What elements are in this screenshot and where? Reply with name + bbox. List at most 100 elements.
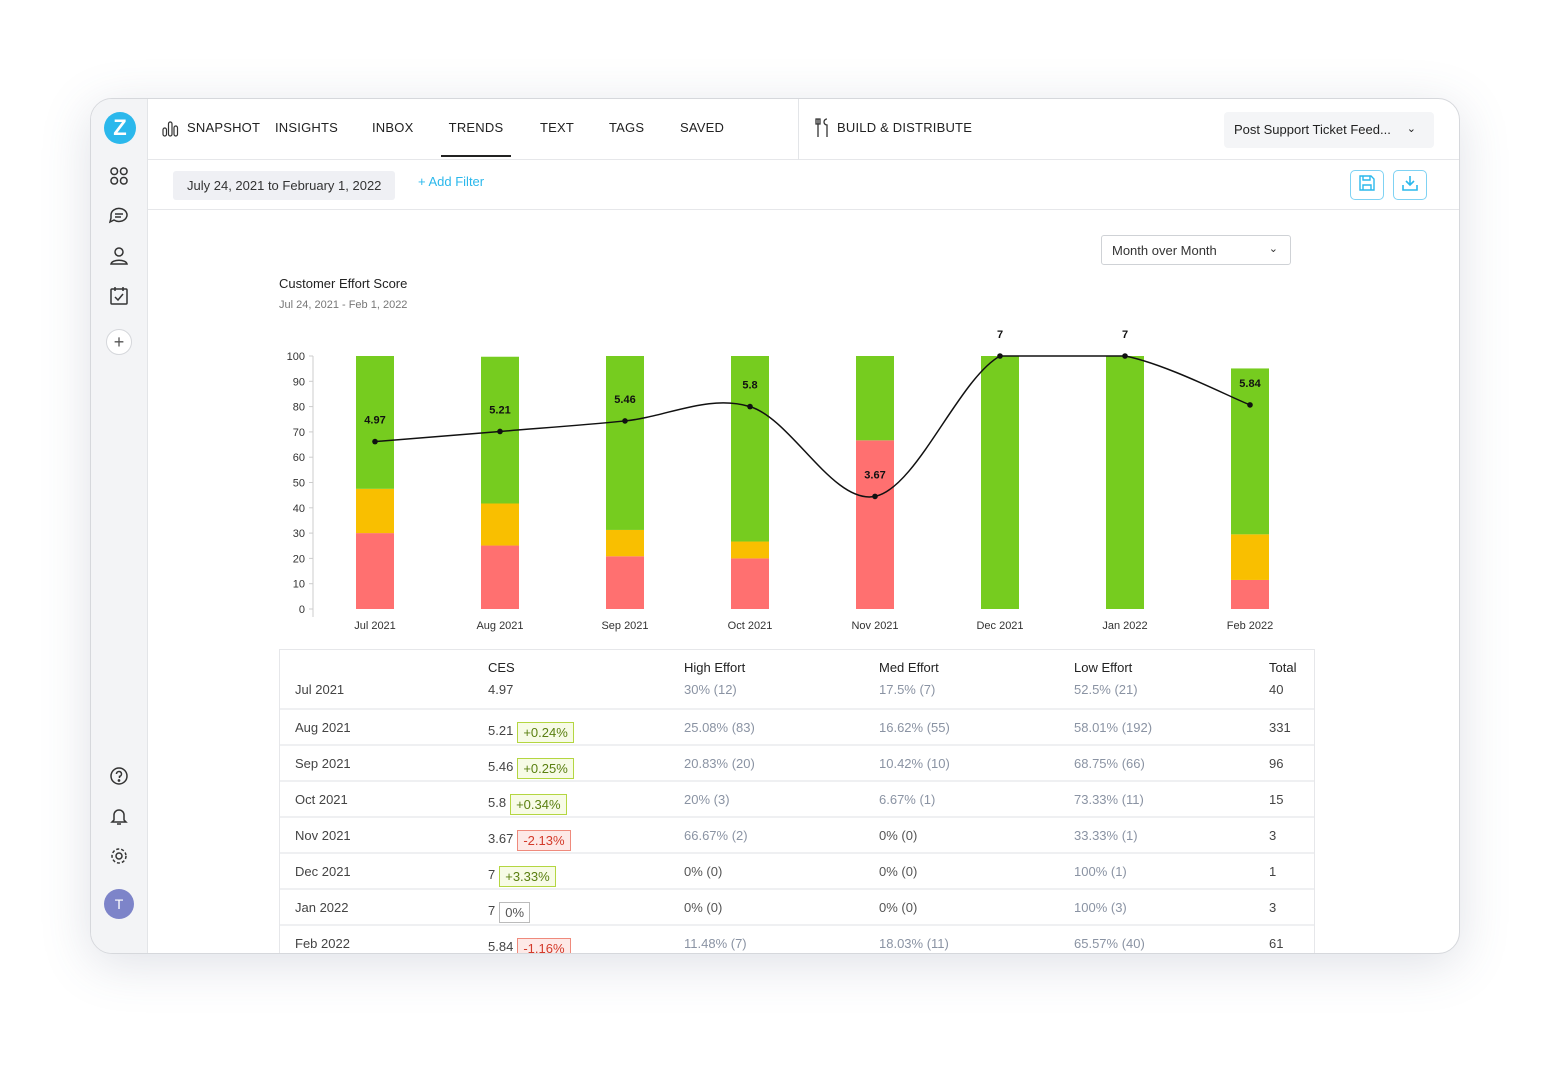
ces-point (1247, 402, 1253, 408)
table-row: Oct 2021 5.8 +0.34% 20% (3) 6.67% (1) 73.… (280, 782, 1314, 818)
x-tick-label: Sep 2021 (601, 620, 648, 632)
y-tick-label: 30 (293, 528, 305, 540)
y-tick-label: 100 (287, 351, 305, 363)
row-low: 100% (1) (1074, 864, 1127, 879)
row-med: 6.67% (1) (879, 792, 936, 807)
change-badge: +3.33% (499, 866, 556, 887)
y-tick-label: 70 (293, 427, 305, 439)
change-badge: -2.13% (517, 830, 571, 851)
ces-point (622, 418, 628, 424)
change-badge: -1.16% (517, 938, 571, 953)
row-med: 16.62% (55) (879, 720, 950, 735)
y-tick-label: 50 (293, 478, 305, 490)
change-badge: +0.34% (510, 794, 567, 815)
y-tick-label: 80 (293, 402, 305, 414)
bar-high-segment (856, 440, 894, 609)
bar-med-segment (481, 503, 519, 546)
ces-value: 7 (488, 903, 496, 918)
row-ces: 5.46 +0.25% (488, 756, 574, 779)
x-tick-label: Oct 2021 (728, 620, 773, 632)
row-med: 17.5% (7) (879, 682, 936, 697)
header-total: Total (1269, 660, 1297, 675)
bar-low-segment (1231, 368, 1269, 535)
change-badge: 0% (499, 902, 531, 923)
row-ces: 5.21 +0.24% (488, 720, 574, 743)
ces-data-label: 4.97 (364, 415, 385, 427)
row-total: 15 (1269, 792, 1284, 807)
ces-point (872, 493, 878, 500)
row-ces: 3.67 -2.13% (488, 828, 571, 851)
row-high: 0% (0) (684, 864, 723, 879)
y-tick-label: 90 (293, 376, 305, 388)
table-row: Jul 2021 4.97 30% (12) 17.5% (7) 52.5% (… (280, 682, 1314, 710)
header-high: High Effort (684, 660, 746, 675)
ces-data-label: 7 (1122, 329, 1128, 341)
row-month: Sep 2021 (295, 756, 351, 771)
ces-data-label: 5.8 (742, 380, 757, 392)
ces-point (997, 353, 1003, 359)
row-month: Aug 2021 (295, 720, 351, 735)
row-total: 3 (1269, 900, 1277, 915)
row-med: 18.03% (11) (879, 936, 949, 951)
ces-data-label: 7 (997, 329, 1003, 341)
ces-value: 5.84 (488, 939, 514, 954)
row-ces: 7 +3.33% (488, 864, 556, 887)
table-row: Jan 2022 7 0% 0% (0) 0% (0) 100% (3) 3 (280, 890, 1314, 926)
table-row: Dec 2021 7 +3.33% 0% (0) 0% (0) 100% (1) … (280, 854, 1314, 890)
row-total: 1 (1269, 864, 1277, 879)
ces-value: 7 (488, 867, 496, 882)
row-low: 68.75% (66) (1074, 756, 1145, 771)
row-total: 40 (1269, 682, 1284, 697)
x-tick-label: Feb 2022 (1227, 620, 1273, 632)
row-low: 100% (3) (1074, 900, 1127, 915)
row-ces: 5.84 -1.16% (488, 936, 571, 954)
row-month: Jan 2022 (295, 900, 349, 915)
y-tick-label: 60 (293, 452, 305, 464)
row-month: Oct 2021 (295, 792, 348, 807)
app-window: Z + T SNAPSHOT INSIGHTS INBOX TRENDS TEX… (90, 98, 1460, 954)
ces-chart: 0 10 20 30 40 50 60 70 80 90 100 Jul 2021 Aug 2021 Se… (287, 329, 1274, 632)
row-month: Dec 2021 (295, 864, 351, 879)
table-header: CES High Effort Med Effort Low Effort To… (280, 650, 1314, 682)
help-icon[interactable] (107, 764, 131, 788)
x-tick-label: Dec 2021 (976, 620, 1023, 632)
row-med: 0% (0) (879, 900, 918, 915)
x-tick-label: Nov 2021 (851, 620, 898, 632)
bar-high-segment (481, 545, 519, 609)
row-low: 58.01% (192) (1074, 720, 1153, 735)
row-high: 20.83% (20) (684, 756, 755, 771)
ces-point (497, 428, 503, 435)
row-high: 11.48% (7) (684, 936, 747, 951)
row-ces: 4.97 (488, 682, 513, 697)
header-ces: CES (488, 660, 515, 675)
row-total: 331 (1269, 720, 1291, 735)
ces-point (747, 403, 753, 410)
row-high: 0% (0) (684, 900, 723, 915)
bar-high-segment (731, 558, 769, 609)
row-low: 52.5% (21) (1074, 682, 1138, 697)
avatar[interactable]: T (104, 889, 134, 919)
row-med: 0% (0) (879, 828, 918, 843)
row-low: 73.33% (11) (1074, 792, 1144, 807)
x-tick-label: Jul 2021 (354, 620, 396, 632)
x-tick-label: Aug 2021 (476, 620, 523, 632)
ces-data-label: 5.46 (614, 394, 635, 406)
header-med: Med Effort (879, 660, 939, 675)
ces-value: 4.97 (488, 682, 514, 697)
y-tick-label: 10 (293, 579, 305, 591)
row-high: 66.67% (2) (684, 828, 748, 843)
ces-value: 3.67 (488, 831, 514, 846)
change-badge: +0.24% (517, 722, 574, 743)
bar-med-segment (606, 529, 644, 557)
ces-data-label: 3.67 (864, 469, 885, 481)
bar-low-segment (1106, 356, 1144, 609)
bell-icon[interactable] (107, 804, 131, 828)
settings-gear-icon[interactable] (107, 844, 131, 868)
row-high: 30% (12) (684, 682, 737, 697)
ces-value: 5.21 (488, 723, 514, 738)
y-tick-label: 40 (293, 503, 305, 515)
row-month: Feb 2022 (295, 936, 350, 951)
bar-low-segment (606, 356, 644, 530)
header-low: Low Effort (1074, 660, 1133, 675)
bar-high-segment (1231, 579, 1269, 609)
